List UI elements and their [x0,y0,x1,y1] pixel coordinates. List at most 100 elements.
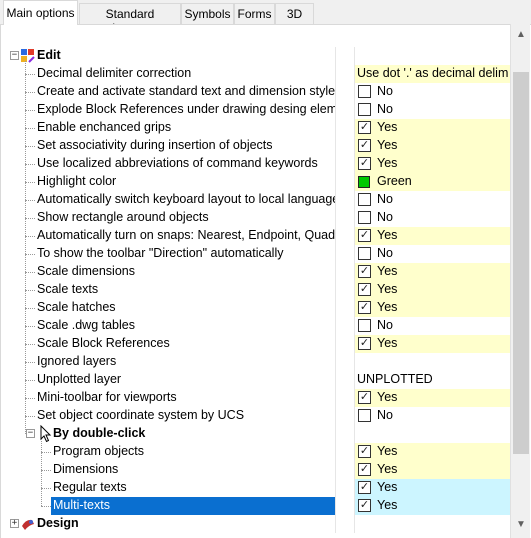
value-checkbox[interactable] [358,445,371,458]
property-value-cell[interactable]: Yes [355,389,511,407]
property-name-cell[interactable]: Scale Block References [1,335,335,353]
property-name-cell[interactable]: Automatically switch keyboard layout to … [1,191,335,209]
property-name-cell[interactable]: Edit − [1,47,335,65]
property-name-cell[interactable]: Show rectangle around objects [1,209,335,227]
tree-row-scale-dwg-tables[interactable]: Scale .dwg tables No [1,317,511,335]
tree-row-scale-block-references[interactable]: Scale Block References Yes [1,335,511,353]
value-checkbox[interactable] [358,211,371,224]
property-value-cell[interactable]: Yes [355,461,511,479]
property-name-cell[interactable]: Multi-texts [1,497,335,515]
property-value-cell[interactable]: No [355,317,511,335]
property-value-cell[interactable]: Yes [355,137,511,155]
property-value-cell[interactable]: Use dot '.' as decimal delim [355,65,511,83]
tree-row-set-object-coordinate-system-by-ucs[interactable]: Set object coordinate system by UCS No [1,407,511,425]
property-name-cell[interactable]: Use localized abbreviations of command k… [1,155,335,173]
property-name-cell[interactable]: Decimal delimiter correction [1,65,335,83]
property-name-cell[interactable]: Mini-toolbar for viewports [1,389,335,407]
property-name-cell[interactable]: Explode Block References under drawing d… [1,101,335,119]
value-checkbox[interactable] [358,121,371,134]
property-value-cell[interactable]: No [355,191,511,209]
tree-row-design[interactable]: Design + [1,515,511,533]
property-value-cell[interactable]: Green [355,173,511,191]
tree-row-show-rectangle-around-objects[interactable]: Show rectangle around objects No [1,209,511,227]
property-value-cell[interactable] [355,353,511,371]
value-checkbox[interactable] [358,463,371,476]
scrollbar-thumb[interactable] [513,72,529,454]
property-name-cell[interactable]: Regular texts [1,479,335,497]
tree-row-multi-texts[interactable]: Multi-texts Yes [1,497,511,515]
property-value-cell[interactable]: Yes [355,263,511,281]
value-checkbox[interactable] [358,481,371,494]
value-checkbox[interactable] [358,409,371,422]
expand-icon[interactable]: + [10,519,19,528]
property-name-cell[interactable]: Set object coordinate system by UCS [1,407,335,425]
tree-row-edit[interactable]: Edit − [1,47,511,65]
value-checkbox[interactable] [358,157,371,170]
tree-row-use-localized-abbreviations-of-command-keywords[interactable]: Use localized abbreviations of command k… [1,155,511,173]
tree-row-dimensions[interactable]: Dimensions Yes [1,461,511,479]
tree-row-scale-dimensions[interactable]: Scale dimensions Yes [1,263,511,281]
tree-row-scale-hatches[interactable]: Scale hatches Yes [1,299,511,317]
vertical-scrollbar[interactable]: ▲ ▼ [510,24,530,538]
property-name-cell[interactable]: Set associativity during insertion of ob… [1,137,335,155]
tree-row-automatically-turn-on-snaps-nearest-endpoint-quadrant[interactable]: Automatically turn on snaps: Nearest, En… [1,227,511,245]
property-value-cell[interactable] [355,515,511,533]
property-name-cell[interactable]: Highlight color [1,173,335,191]
tab-forms[interactable]: Forms [234,3,275,24]
value-checkbox[interactable] [358,301,371,314]
tree-row-automatically-switch-keyboard-layout-to-local-language[interactable]: Automatically switch keyboard layout to … [1,191,511,209]
value-checkbox[interactable] [358,265,371,278]
value-checkbox[interactable] [358,193,371,206]
property-value-cell[interactable]: No [355,101,511,119]
value-checkbox[interactable] [358,139,371,152]
collapse-icon[interactable]: − [26,429,35,438]
property-value-cell[interactable] [355,425,511,443]
property-value-cell[interactable]: Yes [355,479,511,497]
property-value-cell[interactable]: Yes [355,443,511,461]
tab-3d[interactable]: 3D [275,3,314,24]
property-name-cell[interactable]: Dimensions [1,461,335,479]
property-value-cell[interactable]: No [355,245,511,263]
tree-row-unplotted-layer[interactable]: Unplotted layer UNPLOTTED [1,371,511,389]
property-name-cell[interactable]: By double-click − [1,425,335,443]
property-value-cell[interactable]: No [355,407,511,425]
value-text[interactable]: Use dot '.' as decimal delim [357,66,508,80]
tree-row-mini-toolbar-for-viewports[interactable]: Mini-toolbar for viewports Yes [1,389,511,407]
property-value-cell[interactable]: UNPLOTTED [355,371,511,389]
property-name-cell[interactable]: Unplotted layer [1,371,335,389]
value-checkbox[interactable] [358,283,371,296]
value-checkbox[interactable] [358,229,371,242]
property-value-cell[interactable]: Yes [355,281,511,299]
property-name-cell[interactable]: Scale hatches [1,299,335,317]
tree-row-ignored-layers[interactable]: Ignored layers [1,353,511,371]
value-checkbox[interactable] [358,391,371,404]
value-text[interactable]: UNPLOTTED [357,372,433,386]
value-checkbox[interactable] [358,337,371,350]
value-checkbox[interactable] [358,319,371,332]
property-value-cell[interactable]: Yes [355,155,511,173]
property-name-cell[interactable]: Enable enchanced grips [1,119,335,137]
property-value-cell[interactable] [355,47,511,65]
value-checkbox[interactable] [358,247,371,260]
property-value-cell[interactable]: Yes [355,299,511,317]
tree-row-scale-texts[interactable]: Scale texts Yes [1,281,511,299]
tree-row-explode-block-references-under-drawing-desing-element[interactable]: Explode Block References under drawing d… [1,101,511,119]
property-value-cell[interactable]: No [355,209,511,227]
tab-symbols[interactable]: Symbols [181,3,234,24]
property-name-cell[interactable]: Scale texts [1,281,335,299]
property-name-cell[interactable]: Ignored layers [1,353,335,371]
value-checkbox[interactable] [358,103,371,116]
property-value-cell[interactable]: Yes [355,119,511,137]
property-name-cell[interactable]: Design + [1,515,335,533]
property-value-cell[interactable]: Yes [355,227,511,245]
tab-standard-elements[interactable]: Standard elements [79,3,181,35]
property-name-cell[interactable]: Scale dimensions [1,263,335,281]
tree-row-regular-texts[interactable]: Regular texts Yes [1,479,511,497]
arrow-down-icon[interactable]: ▼ [511,516,531,534]
value-checkbox[interactable] [358,85,371,98]
collapse-icon[interactable]: − [10,51,19,60]
tree-row-to-show-the-toolbar-direction-automatically[interactable]: To show the toolbar "Direction" automati… [1,245,511,263]
property-value-cell[interactable]: Yes [355,497,511,515]
tree-row-create-and-activate-standard-text-and-dimension-styles[interactable]: Create and activate standard text and di… [1,83,511,101]
tree-row-decimal-delimiter-correction[interactable]: Decimal delimiter correction Use dot '.' … [1,65,511,83]
